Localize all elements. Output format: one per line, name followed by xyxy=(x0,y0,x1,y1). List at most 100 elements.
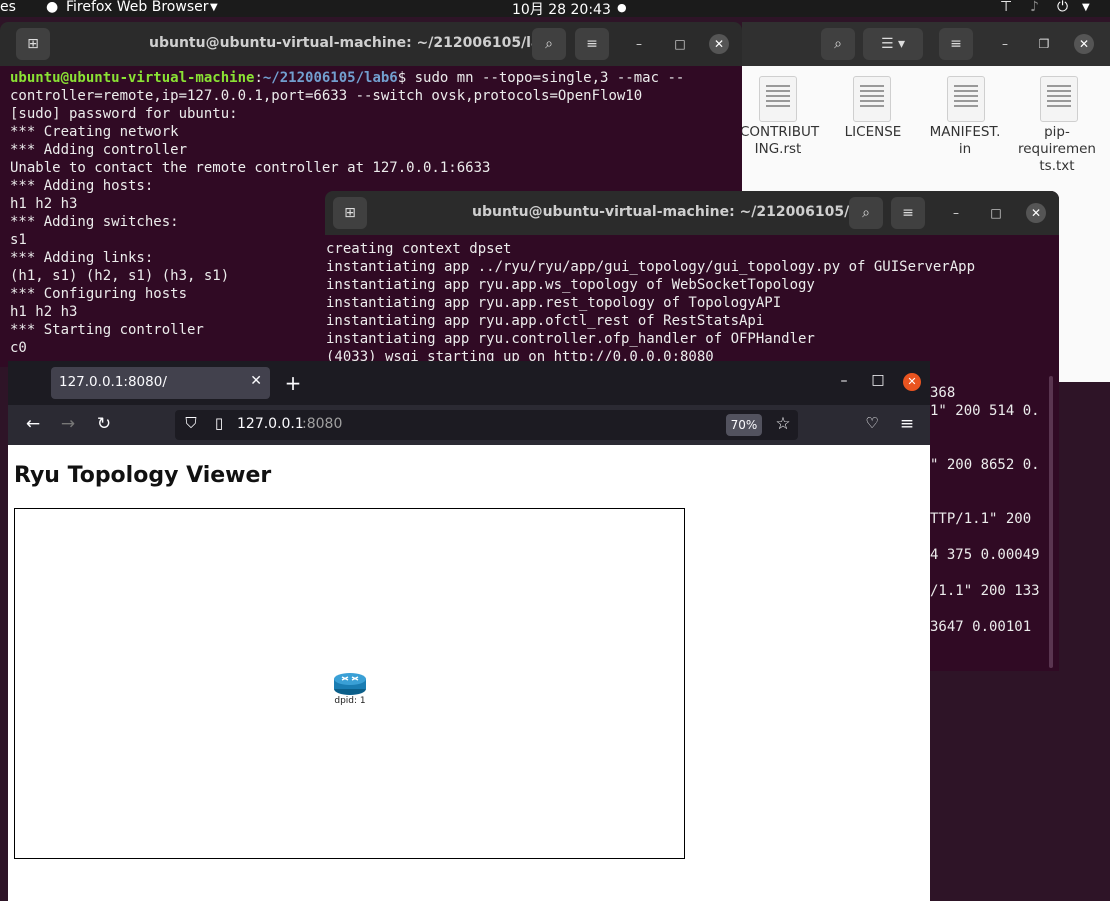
terminal-output-fragment: 1" 200 514 0. xyxy=(930,403,1040,419)
text-file-icon[interactable] xyxy=(853,76,891,122)
app-menu-dropdown-icon[interactable]: ▼ xyxy=(210,2,218,13)
tab-close-icon[interactable]: ✕ xyxy=(250,373,262,389)
terminal-close-icon[interactable]: ✕ xyxy=(1026,203,1046,223)
page-content: Ryu Topology Viewer dpid: 1 xyxy=(8,445,930,901)
terminal-output-line: *** Adding hosts: xyxy=(10,178,154,194)
terminal-output-fragment: " 200 8652 0. xyxy=(930,457,1040,473)
system-menu-dropdown-icon[interactable]: ▼ xyxy=(1082,2,1090,13)
terminal-title: ubuntu@ubuntu-virtual-machine: ~/2120061… xyxy=(149,35,561,51)
activities-fragment[interactable]: es xyxy=(0,0,16,15)
files-minimize-icon[interactable]: – xyxy=(995,34,1015,54)
files-restore-icon[interactable]: ❐ xyxy=(1034,34,1054,54)
files-close-icon[interactable]: ✕ xyxy=(1074,34,1094,54)
terminal-close-icon[interactable]: ✕ xyxy=(709,34,729,54)
page-info-icon[interactable]: ▯ xyxy=(209,414,229,432)
browser-menu-icon[interactable]: ≡ xyxy=(896,414,918,434)
terminal-output-line: *** Creating network xyxy=(10,124,179,140)
files-menu-icon[interactable]: ≡ xyxy=(939,28,973,60)
terminal-output-line: h1 h2 h3 xyxy=(10,304,78,320)
file-label-line: MANIFEST. xyxy=(929,124,1001,140)
browser-close-icon[interactable]: ✕ xyxy=(903,373,921,391)
terminal-output-line: *** Adding controller xyxy=(10,142,188,158)
bookmark-star-icon[interactable]: ☆ xyxy=(773,414,793,434)
new-tab-icon[interactable]: ⊞ xyxy=(16,28,50,60)
file-label-line: LICENSE xyxy=(844,124,902,140)
url-bar[interactable]: ⛉ ▯ 127.0.0.1 :8080 70% ☆ xyxy=(175,410,798,440)
text-file-icon[interactable] xyxy=(1040,76,1078,122)
network-icon[interactable]: ⊤ xyxy=(1000,0,1012,15)
terminal-maximize-icon[interactable]: □ xyxy=(986,203,1006,223)
text-file-icon[interactable] xyxy=(947,76,985,122)
url-port: :8080 xyxy=(302,416,343,432)
file-label-line: CONTRIBUT xyxy=(740,124,820,140)
file-label-license[interactable]: LICENSE xyxy=(835,124,911,141)
browser-minimize-icon[interactable]: – xyxy=(834,373,854,389)
file-label-line: in xyxy=(958,141,972,157)
terminal-scrollbar[interactable] xyxy=(1049,376,1053,668)
browser-maximize-icon[interactable]: □ xyxy=(868,372,888,388)
terminal-menu-icon[interactable]: ≡ xyxy=(891,197,925,229)
tab-title: 127.0.0.1:8080/ xyxy=(59,374,167,390)
terminal-output-fragment: 4 375 0.00049 xyxy=(930,547,1040,563)
terminal-maximize-icon[interactable]: □ xyxy=(670,34,690,54)
files-search-icon[interactable]: ⌕ xyxy=(821,28,855,60)
zoom-indicator[interactable]: 70% xyxy=(726,414,762,436)
prompt-user: ubuntu@ubuntu-virtual-machine xyxy=(10,70,255,86)
power-icon[interactable]: ⏻ xyxy=(1057,0,1068,15)
terminal-output-line: instantiating app ryu.controller.ofp_han… xyxy=(326,331,815,347)
terminal-output-fragment: 368 xyxy=(930,385,956,401)
terminal-output-line: instantiating app ryu.app.ofctl_rest of … xyxy=(326,313,765,329)
terminal-search-icon[interactable]: ⌕ xyxy=(849,197,883,229)
shield-icon[interactable]: ⛉ xyxy=(181,414,201,432)
terminal-output-line: Unable to contact the remote controller … xyxy=(10,160,491,176)
url-host: 127.0.0.1 xyxy=(237,416,304,432)
terminal-output-line: *** Adding links: xyxy=(10,250,154,266)
text-file-icon[interactable] xyxy=(759,76,797,122)
firefox-icon: ● xyxy=(46,0,59,15)
terminal-minimize-icon[interactable]: – xyxy=(946,203,966,223)
terminal-output-line: s1 xyxy=(10,232,27,248)
terminal-output-fragment: 3647 0.00101 xyxy=(930,619,1032,635)
file-label-manifest[interactable]: MANIFEST. in xyxy=(927,124,1003,158)
system-top-bar: es ● Firefox Web Browser ▼ 10月 28 20:43 … xyxy=(0,0,1110,18)
terminal-output-line: *** Starting controller xyxy=(10,322,204,338)
browser-tab[interactable]: 127.0.0.1:8080/ ✕ xyxy=(51,367,270,399)
back-icon[interactable]: ← xyxy=(22,414,44,434)
firefox-window: 127.0.0.1:8080/ ✕ + – □ ✕ ← → ↻ ⛉ ▯ 127.… xyxy=(8,361,930,901)
tab-strip: 127.0.0.1:8080/ ✕ + – □ ✕ xyxy=(8,361,930,405)
file-label-line: pip- xyxy=(1044,124,1070,140)
terminal-output-line: controller=remote,ip=127.0.0.1,port=6633… xyxy=(10,88,643,104)
prompt-command: $ sudo mn --topo=single,3 --mac -- xyxy=(397,70,685,86)
reload-icon[interactable]: ↻ xyxy=(93,414,115,434)
switch-label: dpid: 1 xyxy=(334,696,366,706)
app-menu[interactable]: Firefox Web Browser xyxy=(66,0,209,15)
file-label-line: ING.rst xyxy=(754,141,802,157)
forward-icon[interactable]: → xyxy=(57,414,79,434)
prompt-path: ~/212006105/lab6 xyxy=(262,70,398,86)
terminal-output-line: [sudo] password for ubuntu: xyxy=(10,106,238,122)
pocket-icon[interactable]: ♡ xyxy=(861,414,883,432)
terminal-output-fragment: /1.1" 200 133 xyxy=(930,583,1040,599)
file-label-contributing[interactable]: CONTRIBUT ING.rst xyxy=(740,124,820,158)
volume-icon[interactable]: ♪ xyxy=(1030,0,1039,15)
new-tab-icon[interactable]: ⊞ xyxy=(333,197,367,229)
terminal-minimize-icon[interactable]: – xyxy=(629,34,649,54)
terminal-prompt-line[interactable]: ubuntu@ubuntu-virtual-machine:~/21200610… xyxy=(10,69,684,87)
terminal-search-icon[interactable]: ⌕ xyxy=(532,28,566,60)
topology-canvas[interactable]: dpid: 1 xyxy=(14,508,685,859)
terminal-output-fragment: TTP/1.1" 200 xyxy=(930,511,1032,527)
terminal-header-bar: ⊞ ubuntu@ubuntu-virtual-machine: ~/21200… xyxy=(0,22,742,66)
terminal-output-line: (h1, s1) (h2, s1) (h3, s1) xyxy=(10,268,230,284)
navigation-toolbar: ← → ↻ ⛉ ▯ 127.0.0.1 :8080 70% ☆ ♡ ≡ xyxy=(8,405,930,445)
terminal-output-line: instantiating app ryu.app.ws_topology of… xyxy=(326,277,815,293)
terminal-menu-icon[interactable]: ≡ xyxy=(575,28,609,60)
file-label-line: ts.txt xyxy=(1039,158,1075,174)
view-toggle-icon[interactable]: ☰ ▾ xyxy=(863,28,923,60)
terminal-header-bar: ⊞ ubuntu@ubuntu-virtual-machine: ~/21200… xyxy=(325,191,1059,235)
terminal-output-line: c0 xyxy=(10,340,27,356)
switch-router-icon[interactable] xyxy=(333,672,367,696)
file-label-pip-requirements[interactable]: pip- requiremen ts.txt xyxy=(1017,124,1097,175)
new-tab-plus-icon[interactable]: + xyxy=(282,371,304,395)
files-header-bar: ⌕ ☰ ▾ ≡ – ❐ ✕ xyxy=(742,22,1110,66)
file-label-line: requiremen xyxy=(1017,141,1096,157)
